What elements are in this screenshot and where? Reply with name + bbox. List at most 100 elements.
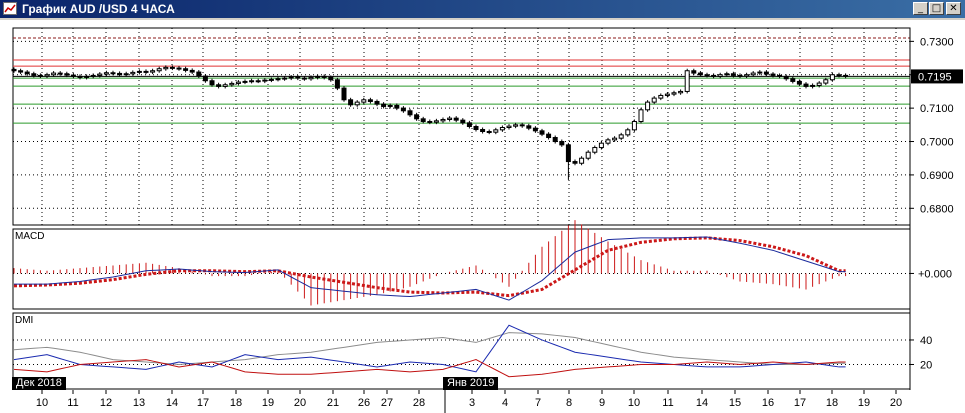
month-tag-dec-2018: Дек 2018 bbox=[12, 377, 66, 390]
candle-body bbox=[664, 93, 670, 96]
y-tick-label: 0.6800 bbox=[920, 203, 954, 215]
chart-window-body[interactable]: 10 11 12 13 14 17 18 19 20 21 26 27 28 3 4 7 8 9 10 11 14 15 1… bbox=[0, 20, 965, 413]
month-tag-jan-2019: Янв 2019 bbox=[443, 377, 499, 390]
candle-body bbox=[618, 134, 624, 139]
candle-body bbox=[18, 70, 24, 73]
candle-body bbox=[31, 73, 37, 76]
y-tick-label: 0.7000 bbox=[920, 137, 954, 149]
x-tick-label: 11 bbox=[67, 397, 78, 409]
candle-body bbox=[222, 84, 228, 87]
candle-body bbox=[77, 75, 83, 78]
candle-body bbox=[433, 120, 439, 123]
candle-body bbox=[44, 74, 50, 77]
candle-body bbox=[315, 75, 321, 78]
candle-body bbox=[11, 68, 17, 72]
candle-body bbox=[539, 130, 545, 135]
x-tick-label: 19 bbox=[858, 397, 870, 409]
candle-body bbox=[480, 129, 486, 133]
candle-body bbox=[691, 70, 697, 74]
chart-app-icon bbox=[3, 2, 17, 15]
x-tick-label: 20 bbox=[294, 397, 306, 409]
candle-body bbox=[64, 73, 70, 76]
candle-body bbox=[572, 161, 578, 164]
candle-body bbox=[202, 75, 208, 82]
candle-body bbox=[143, 70, 149, 73]
restore-icon: □ bbox=[931, 3, 942, 14]
candle-body bbox=[796, 80, 802, 85]
candle-body bbox=[460, 119, 466, 124]
candle-body bbox=[711, 74, 717, 77]
candle-body bbox=[651, 97, 657, 103]
candle-body bbox=[645, 101, 651, 111]
candle-body bbox=[176, 67, 182, 70]
x-tick-label: 15 bbox=[729, 397, 741, 409]
candle-body bbox=[612, 137, 618, 141]
candle-body bbox=[169, 66, 175, 69]
candle-body bbox=[763, 71, 769, 75]
title-bar[interactable]: График AUD /USD 4 ЧАСА _ □ ✕ bbox=[0, 0, 965, 18]
candle-body bbox=[381, 103, 387, 107]
candle-body bbox=[37, 74, 43, 77]
candle-body bbox=[704, 74, 710, 77]
candle-body bbox=[585, 151, 591, 159]
minimize-button[interactable]: _ bbox=[913, 2, 928, 15]
candle-body bbox=[123, 73, 129, 76]
candle-body bbox=[829, 74, 835, 81]
close-button[interactable]: ✕ bbox=[946, 2, 961, 15]
candle-body bbox=[678, 90, 684, 94]
candle-body bbox=[196, 71, 202, 77]
dmi-panel-label: DMI bbox=[15, 315, 33, 326]
candle-body bbox=[354, 101, 360, 106]
x-tick-label: 28 bbox=[413, 397, 425, 409]
candle-body bbox=[671, 92, 677, 95]
candle-body bbox=[97, 73, 103, 76]
candle-body bbox=[757, 71, 763, 74]
minimize-icon: _ bbox=[918, 3, 923, 14]
candle-body bbox=[374, 100, 380, 105]
candle-body bbox=[506, 125, 512, 129]
x-tick-label: 14 bbox=[166, 397, 178, 409]
candle-body bbox=[229, 82, 235, 86]
candle-body bbox=[453, 117, 459, 121]
x-tick-label: 9 bbox=[599, 397, 605, 409]
y-tick-label: 0.7300 bbox=[920, 36, 954, 48]
candle-body bbox=[183, 68, 189, 71]
candle-body bbox=[519, 124, 525, 127]
candle-body bbox=[321, 75, 327, 78]
candle-body bbox=[532, 127, 538, 132]
candle-body bbox=[308, 76, 314, 80]
candle-body bbox=[750, 72, 756, 76]
candle-body bbox=[387, 104, 393, 107]
candle-body bbox=[242, 80, 248, 83]
last-price-label: 0.7195 bbox=[918, 71, 952, 83]
dmi-tick-label: 40 bbox=[920, 335, 932, 347]
candle-body bbox=[565, 144, 571, 163]
chart-canvas[interactable]: 10 11 12 13 14 17 18 19 20 21 26 27 28 3 4 7 8 9 10 11 14 15 1… bbox=[0, 20, 965, 413]
candle-body bbox=[334, 79, 340, 89]
x-tick-label: 8 bbox=[566, 397, 572, 409]
y-tick-label: 0.7100 bbox=[920, 103, 954, 115]
candle-body bbox=[513, 124, 519, 127]
price-panel-frame bbox=[12, 27, 911, 226]
candle-body bbox=[288, 76, 294, 79]
candle-body bbox=[638, 109, 644, 122]
x-tick-label: 10 bbox=[36, 397, 48, 409]
candle-body bbox=[70, 74, 76, 77]
candle-body bbox=[295, 76, 301, 79]
candle-body bbox=[790, 78, 796, 82]
dmi-tick-label: 20 bbox=[920, 359, 932, 371]
x-tick-label: 17 bbox=[197, 397, 209, 409]
candle-body bbox=[275, 78, 281, 81]
candle-body bbox=[559, 141, 565, 146]
candle-body bbox=[117, 72, 123, 76]
restore-button[interactable]: □ bbox=[929, 2, 944, 15]
candle-body bbox=[493, 129, 499, 133]
candle-body bbox=[684, 70, 690, 92]
x-tick-label: 19 bbox=[262, 397, 274, 409]
candle-body bbox=[84, 75, 90, 78]
x-tick-label: 27 bbox=[381, 397, 393, 409]
candle-body bbox=[235, 81, 241, 84]
candle-body bbox=[730, 73, 736, 76]
candle-body bbox=[592, 147, 598, 153]
candle-body bbox=[130, 71, 136, 75]
